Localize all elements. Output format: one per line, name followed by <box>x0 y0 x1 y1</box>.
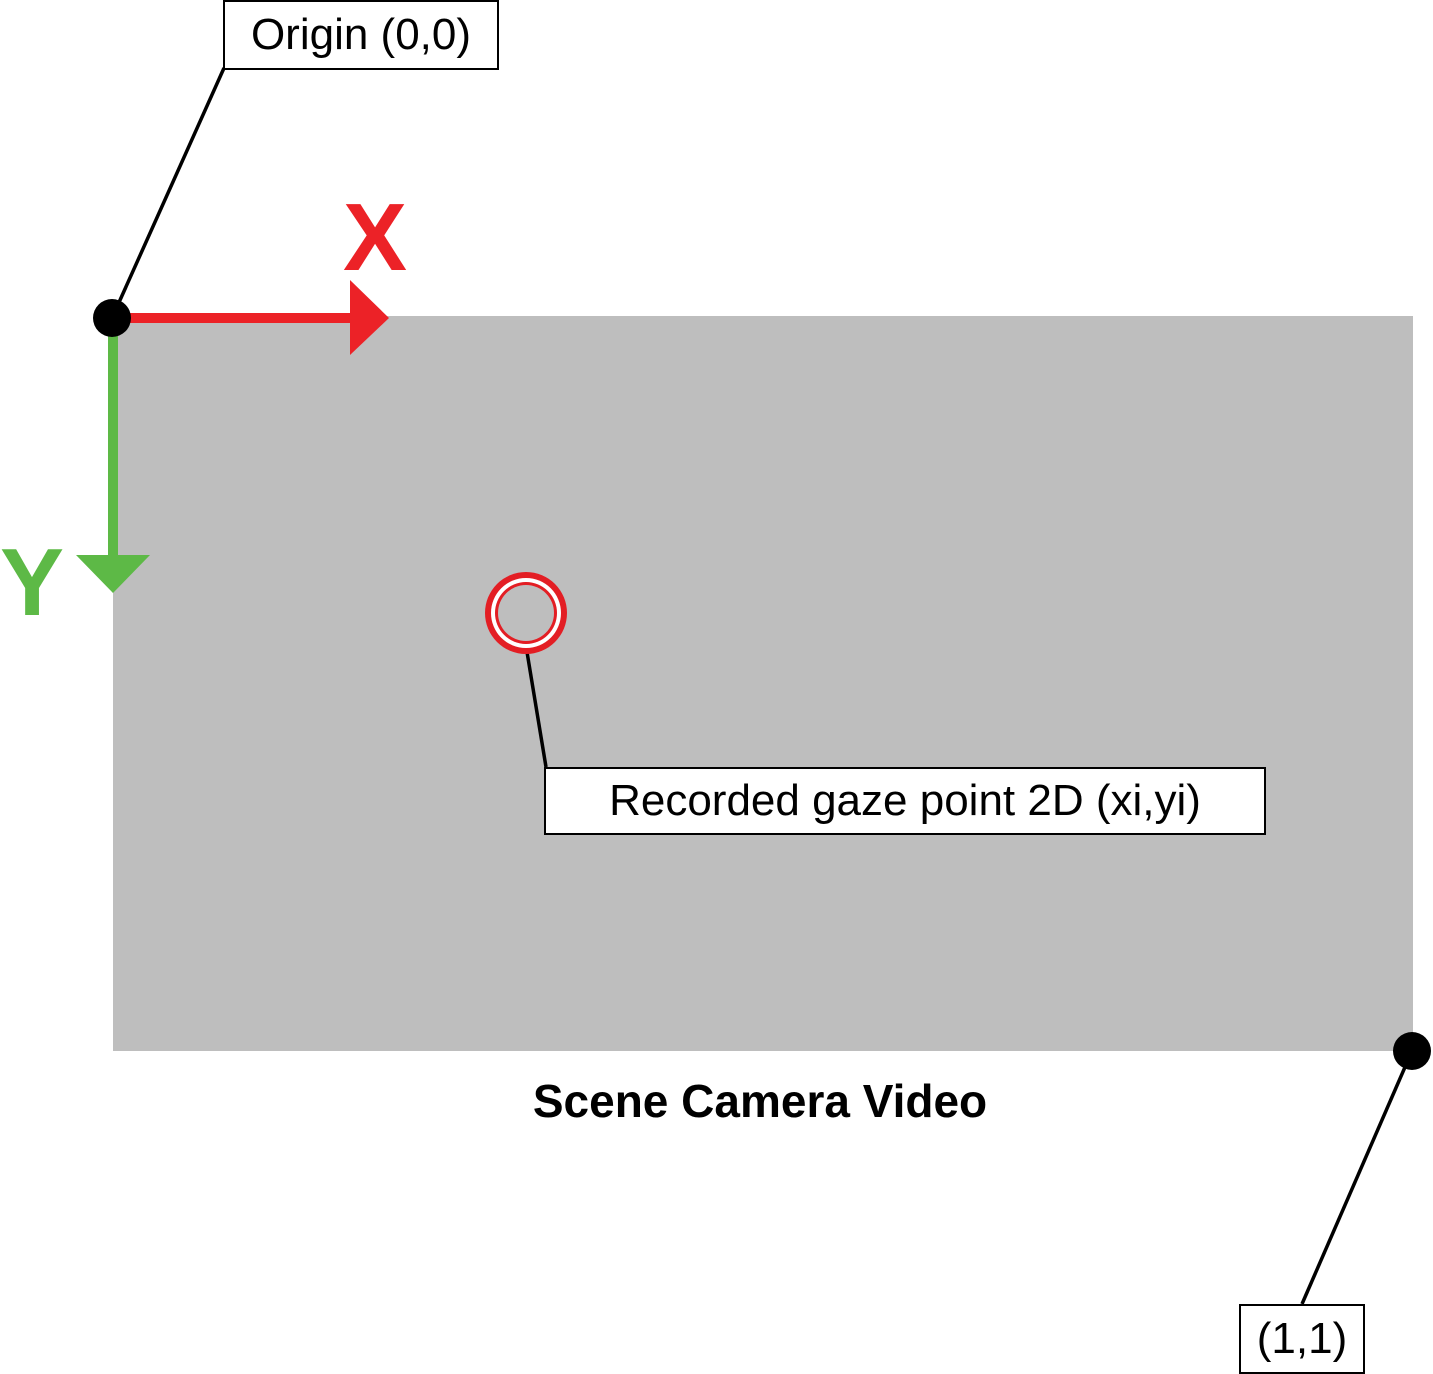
scene-video-frame <box>113 316 1413 1051</box>
y-axis-label: Y <box>0 529 65 636</box>
origin-dot <box>93 299 131 337</box>
scene-caption: Scene Camera Video <box>532 1075 988 1127</box>
coordinate-diagram <box>76 67 1431 1305</box>
corner-leader-line <box>1300 1050 1414 1305</box>
origin-leader-line <box>110 67 226 319</box>
corner-dot <box>1393 1032 1431 1070</box>
x-axis-label: X <box>343 184 408 291</box>
origin-label: Origin (0,0) <box>223 0 499 70</box>
gaze-point-label: Recorded gaze point 2D (xi,yi) <box>544 767 1266 835</box>
gaze-point-marker-center <box>498 585 554 641</box>
end-corner-label: (1,1) <box>1239 1304 1365 1374</box>
